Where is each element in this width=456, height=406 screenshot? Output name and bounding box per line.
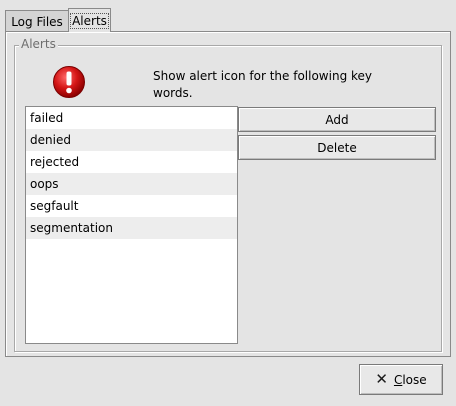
keyword-list[interactable]: failed denied rejected oops segfault seg… <box>25 106 238 344</box>
tab-log-files[interactable]: Log Files <box>5 10 69 32</box>
alert-description: Show alert icon for the following key wo… <box>153 68 393 102</box>
alerts-frame: Alerts Show alert icon for the following… <box>14 37 442 352</box>
alerts-tab-page: Alerts Show alert icon for the following… <box>5 31 451 357</box>
delete-button-label: Delete <box>317 140 357 155</box>
list-item[interactable]: failed <box>26 107 237 129</box>
close-icon: ✕ <box>375 370 388 388</box>
tab-alerts[interactable]: Alerts <box>68 8 111 32</box>
list-item[interactable]: denied <box>26 129 237 151</box>
add-button-label: Add <box>325 112 349 127</box>
alert-icon <box>53 66 85 98</box>
alert-description-line-1: Show alert icon for the following key <box>153 69 372 83</box>
tab-log-files-label: Log Files <box>11 14 63 29</box>
close-button[interactable]: ✕ Close <box>359 364 443 395</box>
tab-alerts-label: Alerts <box>70 12 109 29</box>
list-item[interactable]: segfault <box>26 195 237 217</box>
delete-button[interactable]: Delete <box>238 135 436 160</box>
list-item[interactable]: rejected <box>26 151 237 173</box>
frame-legend: Alerts <box>19 37 58 51</box>
list-item[interactable]: oops <box>26 173 237 195</box>
list-item[interactable]: segmentation <box>26 217 237 239</box>
alert-description-line-2: words. <box>153 86 193 100</box>
close-label-rest: lose <box>402 372 427 387</box>
close-button-label: Close <box>394 373 427 387</box>
add-button[interactable]: Add <box>238 107 436 132</box>
dialog-window: Log Files Alerts Alerts Show alert icon … <box>0 0 456 406</box>
